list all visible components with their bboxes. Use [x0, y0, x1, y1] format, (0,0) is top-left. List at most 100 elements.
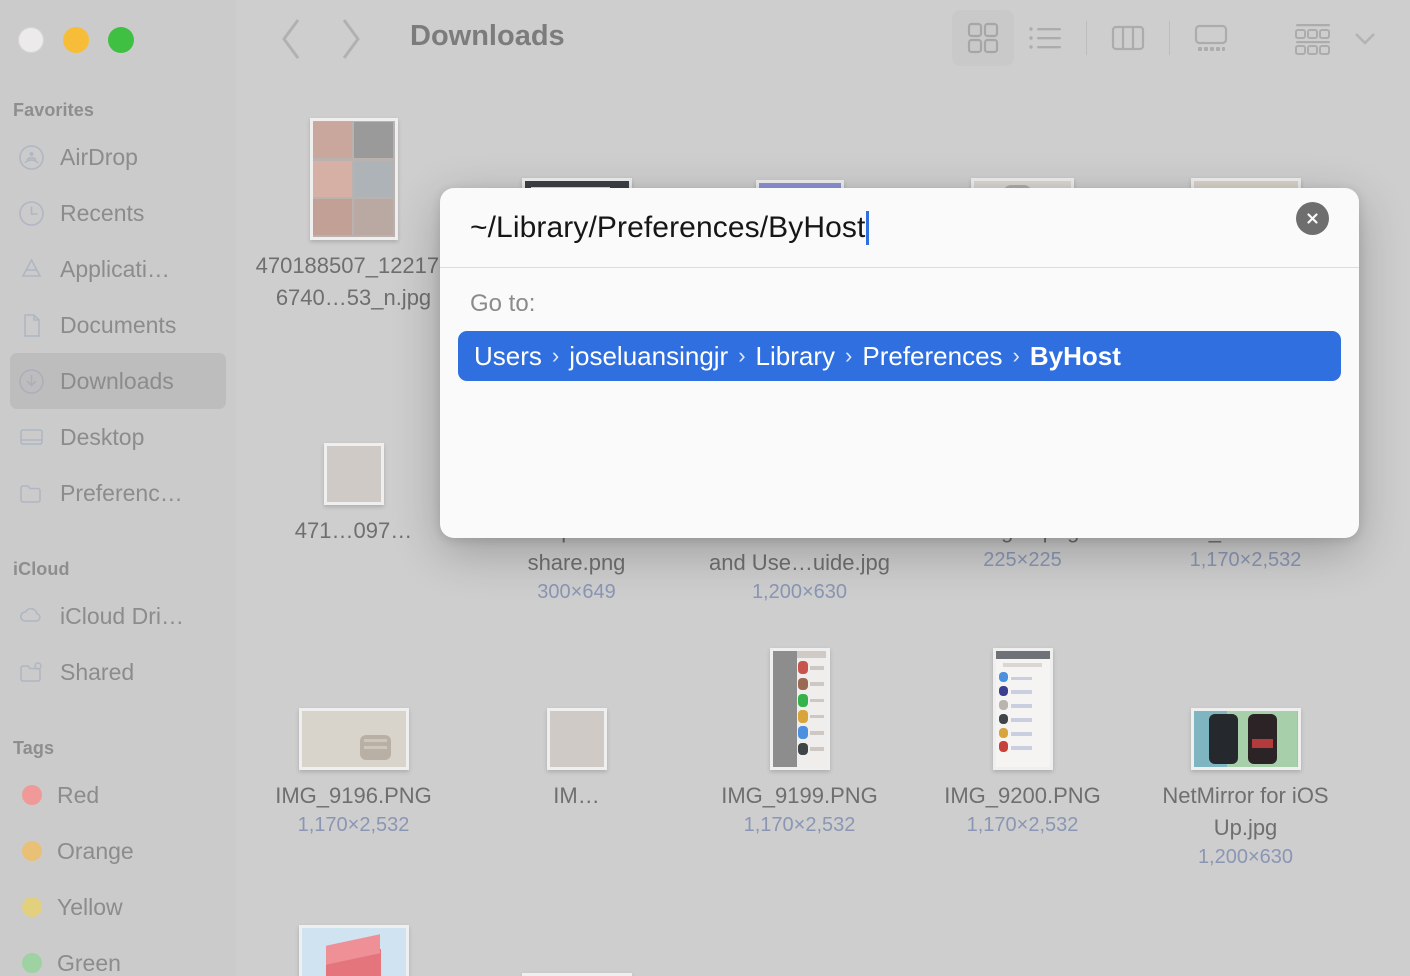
file-thumbnail [298, 925, 409, 976]
sidebar-item-airdrop[interactable]: AirDrop [10, 129, 226, 185]
minimize-window-button[interactable] [63, 27, 89, 53]
sidebar-item-preferenc[interactable]: Preferenc… [10, 465, 226, 521]
file-name: 470188507_1221726740…53_n.jpg [255, 253, 452, 310]
sidebar-tag-yellow[interactable]: Yellow [10, 879, 226, 935]
file-thumbnail-wrap [546, 620, 607, 770]
icon-view-button[interactable] [952, 10, 1014, 66]
file-thumbnail [992, 648, 1053, 770]
sidebar-tag-green[interactable]: Green [10, 935, 226, 976]
file-dimensions: 1,170×2,532 [743, 814, 856, 836]
file-dimensions: 1,200×630 [1197, 846, 1294, 868]
file-thumbnail-wrap [769, 620, 830, 770]
file-name: IMG_9200.PNG [944, 783, 1101, 808]
file-item[interactable]: IMG_9196.PNG 1,170×2,532 [242, 610, 465, 875]
navigation-arrows [276, 16, 366, 62]
file-item[interactable]: 471…097… [242, 345, 465, 610]
tag-color-dot [22, 841, 42, 861]
path-suggestion-row[interactable]: Users › joseluansingjr › Library › Preferences… [458, 331, 1341, 381]
gallery-view-button[interactable] [1180, 10, 1242, 66]
file-thumbnail [769, 648, 830, 770]
file-dimensions: 1,170×2,532 [966, 814, 1079, 836]
column-view-button[interactable] [1097, 10, 1159, 66]
chevron-down-icon[interactable] [1350, 23, 1380, 53]
sidebar-tag-label: Yellow [57, 893, 123, 920]
file-name: IM… [553, 783, 600, 808]
sidebar-item-applicati[interactable]: Applicati… [10, 241, 226, 297]
shared-folder-icon [18, 659, 45, 686]
folder-icon [18, 480, 45, 507]
toolbar: Downloads [236, 0, 1410, 80]
goto-label: Go to: [470, 290, 536, 317]
sidebar-item-documents[interactable]: Documents [10, 297, 226, 353]
toolbar-divider-2 [1169, 21, 1170, 55]
text-caret [866, 210, 870, 245]
sidebar-item-label: Applicati… [60, 255, 170, 282]
file-thumbnail-wrap [298, 885, 409, 976]
traffic-lights [18, 27, 134, 53]
breadcrumb-segment: joseluansingjr [569, 340, 729, 371]
back-button[interactable] [276, 16, 306, 62]
document-icon [18, 312, 45, 339]
sidebar-item-label: iCloud Dri… [60, 602, 184, 629]
file-name: 471…097… [294, 518, 413, 543]
sidebar-tag-red[interactable]: Red [10, 767, 226, 823]
breadcrumb-separator: › [738, 343, 746, 368]
breadcrumb-segment: Library [755, 340, 836, 371]
sidebar-tag-orange[interactable]: Orange [10, 823, 226, 879]
sidebar-section-title-tags: Tags [13, 738, 55, 758]
forward-button[interactable] [336, 16, 366, 62]
file-item[interactable]: IMG_9200.PNG 1,170×2,532 [911, 610, 1134, 875]
sidebar-section-title: iCloud [13, 559, 70, 579]
file-thumbnail-wrap [521, 885, 632, 976]
file-thumbnail-wrap [992, 620, 1053, 770]
file-thumbnail [309, 118, 398, 240]
file-item[interactable]: 470188507_1221726740…53_n.jpg [242, 80, 465, 345]
applications-icon [18, 256, 45, 283]
sidebar-item-desktop[interactable]: Desktop [10, 409, 226, 465]
finder-window: Favorites AirDrop Recents Applicati… Documen… [0, 0, 1410, 976]
group-by-button[interactable] [1282, 10, 1344, 66]
go-to-folder-dialog: ~/Library/Preferences/ByHost Go to: User… [440, 188, 1359, 538]
file-thumbnail-wrap [1190, 620, 1301, 770]
file-name: IMG_9199.PNG [721, 783, 878, 808]
clear-input-button[interactable] [1296, 202, 1329, 235]
file-item[interactable]: IM… [465, 610, 688, 875]
file-dimensions: 225×225 [983, 549, 1062, 571]
breadcrumb-separator: › [1012, 343, 1020, 368]
file-thumbnail [298, 708, 409, 770]
sidebar-tag-label: Red [57, 781, 100, 808]
toolbar-divider [1086, 21, 1087, 55]
sidebar-item-recents[interactable]: Recents [10, 185, 226, 241]
maximize-window-button[interactable] [108, 27, 134, 53]
close-icon [1307, 213, 1318, 224]
file-item[interactable]: What-Is-NetMirr…r-iOS.jpg800×401 [465, 875, 688, 976]
cloud-icon [18, 603, 45, 630]
sidebar-item-shared[interactable]: Shared [10, 644, 226, 700]
sidebar-item-downloads[interactable]: Downloads [10, 353, 226, 409]
sidebar-item-iclouddri[interactable]: iCloud Dri… [10, 588, 226, 644]
file-item[interactable]: IMG_9199.PNG 1,170×2,532 [688, 610, 911, 875]
sidebar-section-title: Favorites [13, 100, 94, 120]
downloads-icon [18, 368, 45, 395]
dialog-body: Go to: Users › joseluansingjr › Library › Pref… [440, 268, 1359, 381]
sidebar-tag-label: Orange [57, 837, 134, 864]
page-title: Downloads [410, 20, 565, 52]
file-thumbnail-wrap [323, 355, 384, 505]
breadcrumb-segment: Preferences [862, 340, 1003, 371]
sidebar-item-label: AirDrop [60, 143, 138, 170]
file-dimensions: 1,170×2,532 [297, 814, 410, 836]
path-field-row: ~/Library/Preferences/ByHost [440, 188, 1359, 267]
file-item[interactable]: tweakbox-logo-20…200.png200×200 [242, 875, 465, 976]
file-thumbnail [546, 708, 607, 770]
close-window-button[interactable] [18, 27, 44, 53]
file-dimensions: 300×649 [537, 581, 616, 603]
clock-icon [18, 200, 45, 227]
file-dimensions: 1,170×2,532 [1189, 549, 1302, 571]
airdrop-icon [18, 144, 45, 171]
breadcrumb-segment: Users [474, 340, 542, 371]
list-view-button[interactable] [1014, 10, 1076, 66]
path-input[interactable]: ~/Library/Preferences/ByHost [470, 188, 1269, 267]
path-input-value: ~/Library/Preferences/ByHost [470, 210, 866, 244]
file-item[interactable]: NetMirror for iOS Up.jpg 1,200×630 [1134, 610, 1357, 875]
tag-color-dot [22, 785, 42, 805]
